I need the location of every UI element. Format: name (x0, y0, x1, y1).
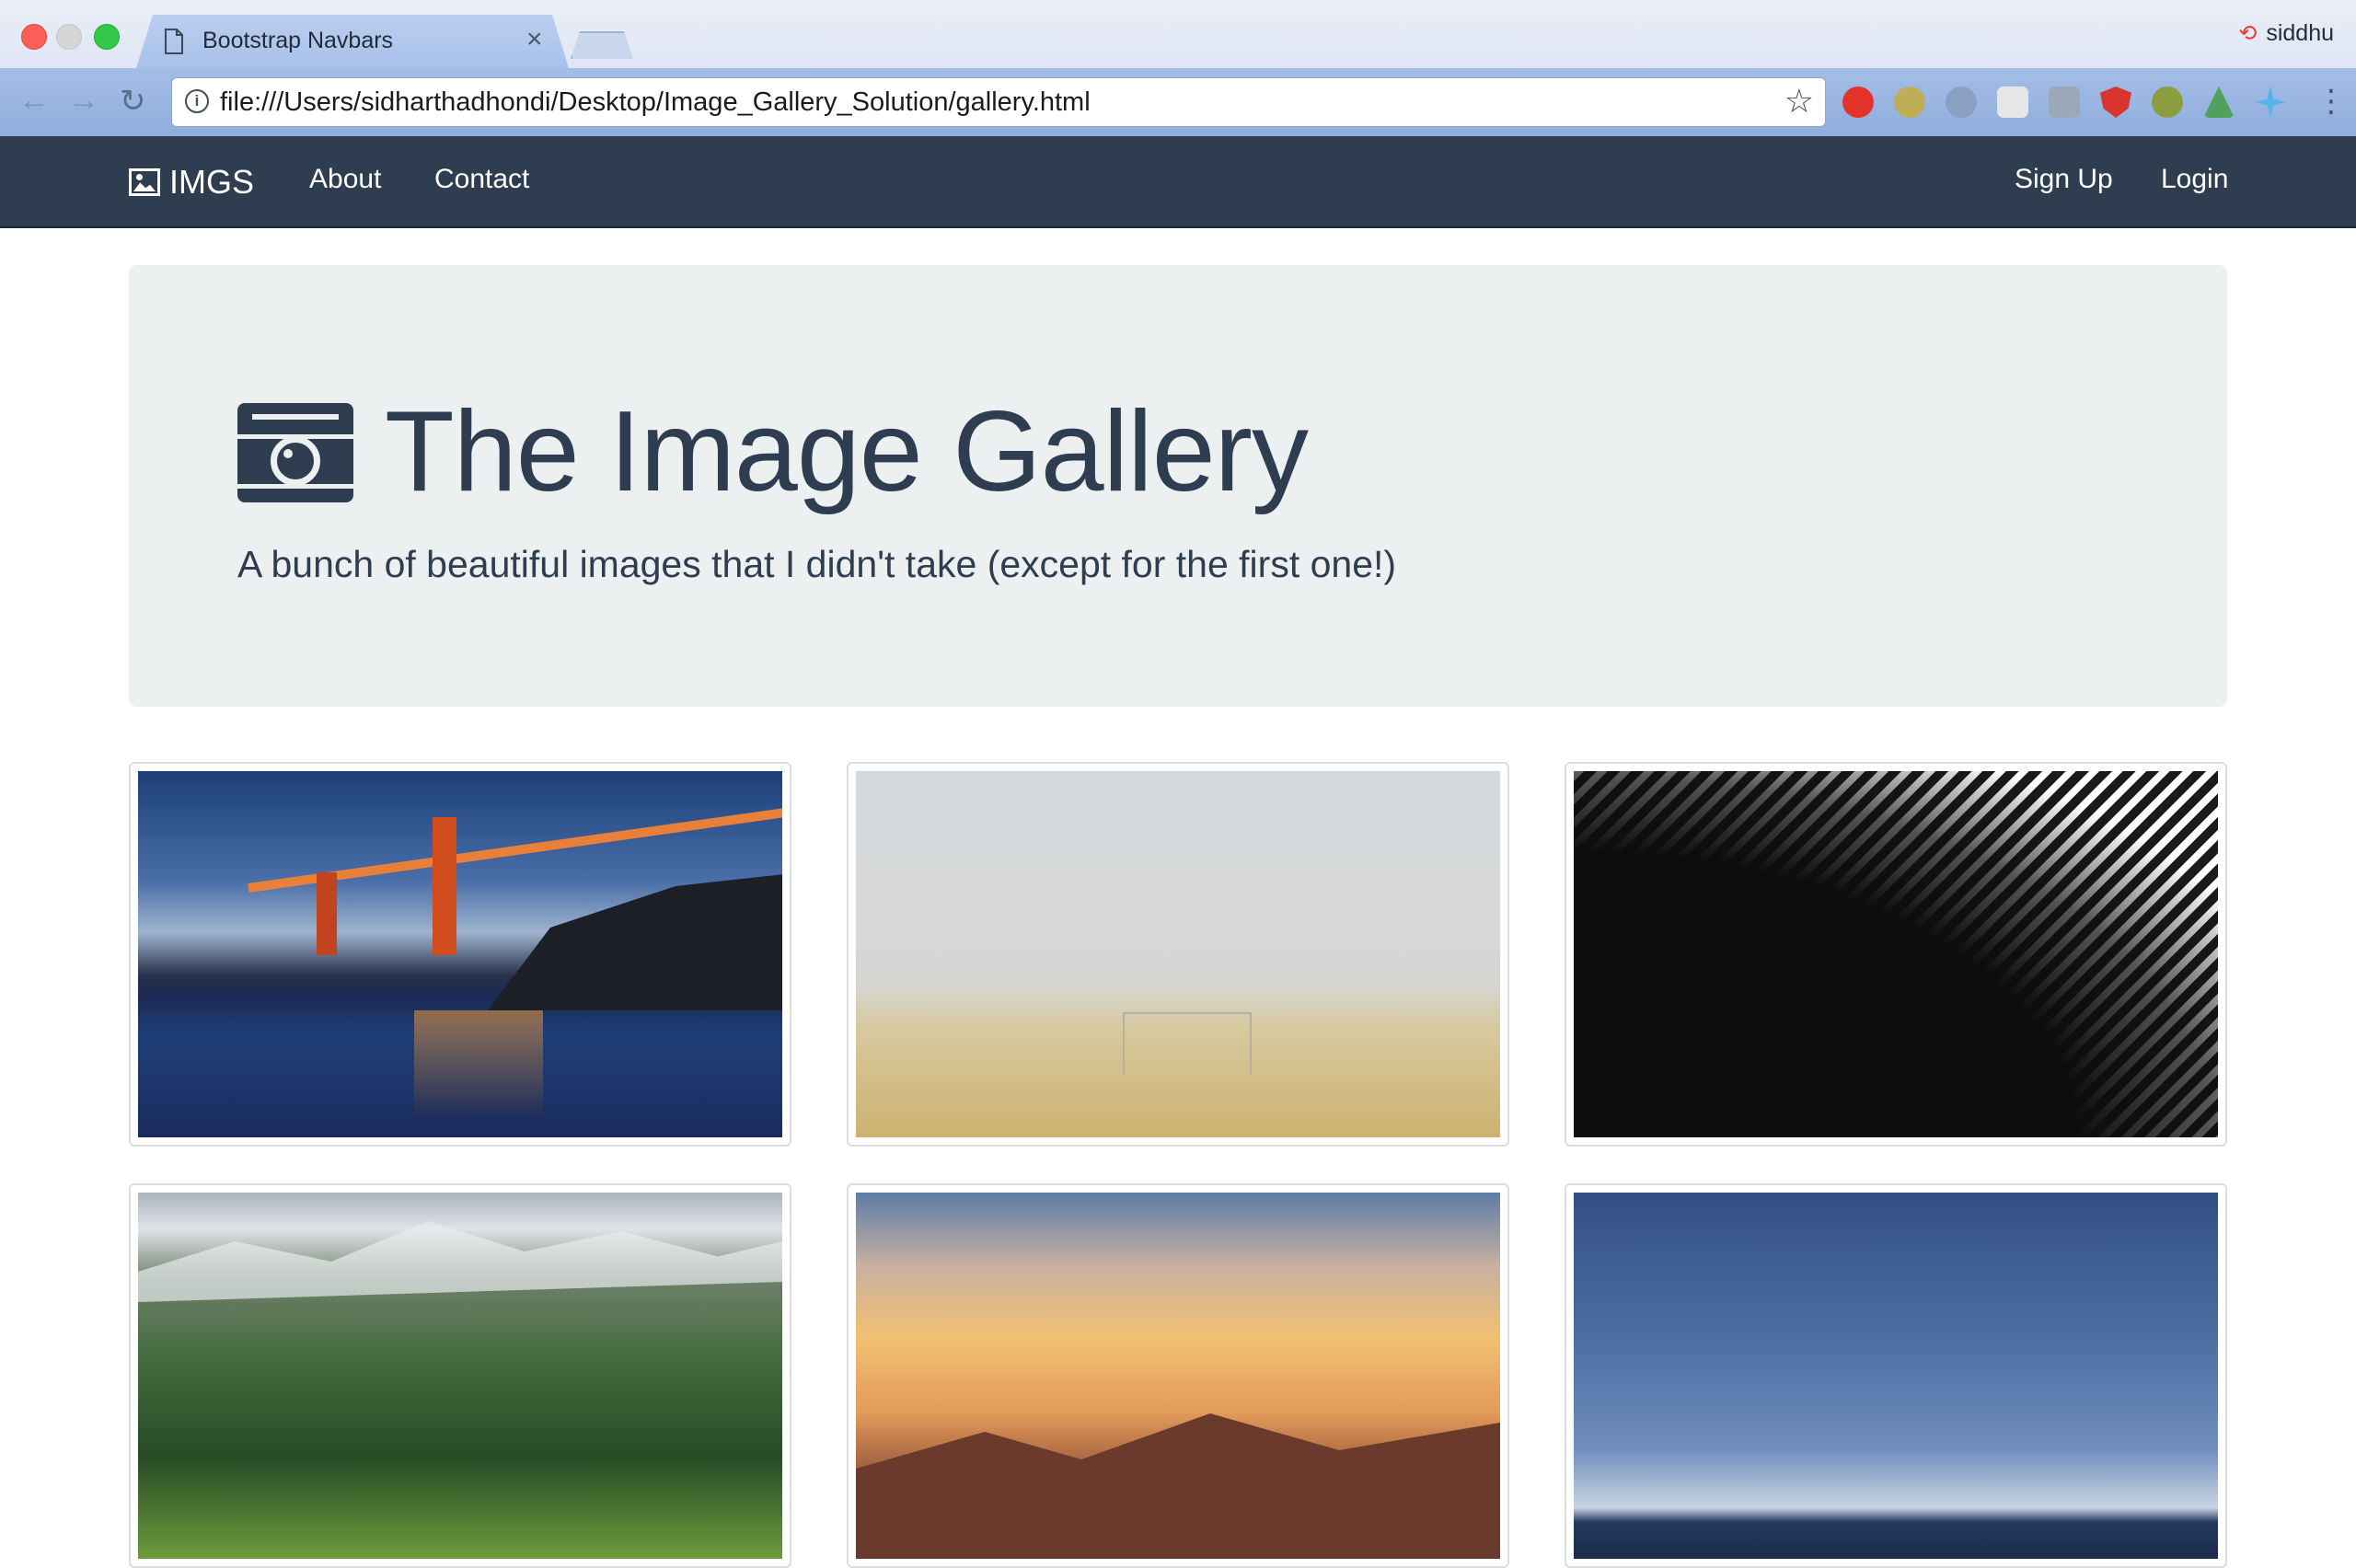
close-window-button[interactable] (21, 24, 47, 50)
browser-toolbar: ← → ↻ i file:///Users/sidharthadhondi/De… (0, 68, 2356, 136)
profile-button[interactable]: ⟲ siddhu (2238, 20, 2334, 47)
tab-title: Bootstrap Navbars (202, 28, 394, 53)
nav-link-about[interactable]: About (309, 164, 381, 195)
hacker-extension-icon[interactable] (2049, 86, 2080, 118)
zoom-window-button[interactable] (94, 24, 120, 50)
security-extension-icon[interactable] (2100, 86, 2131, 118)
document-icon (165, 29, 183, 54)
browser-tab-active[interactable]: Bootstrap Navbars × (136, 15, 569, 68)
nav-link-contact[interactable]: Contact (434, 164, 529, 195)
foggy-field-image (856, 771, 1500, 1137)
minimize-window-button[interactable] (56, 24, 82, 50)
profile-name: siddhu (2266, 20, 2334, 46)
gallery-thumbnail[interactable] (129, 762, 791, 1147)
gallery-thumbnail[interactable] (1565, 762, 2227, 1147)
adblock-extension-icon[interactable] (1842, 86, 1874, 118)
gallery-thumbnail[interactable] (129, 1183, 791, 1568)
architecture-image (1574, 771, 2218, 1137)
url-text[interactable]: file:///Users/sidharthadhondi/Desktop/Im… (220, 87, 1091, 118)
plant-extension-icon[interactable] (2152, 86, 2183, 118)
gallery-thumbnail[interactable] (847, 1183, 1509, 1568)
skype-extension-icon[interactable] (1946, 86, 1977, 118)
nav-link-login[interactable]: Login (2161, 164, 2228, 195)
snowflake-extension-icon[interactable] (2255, 86, 2286, 118)
forward-icon[interactable]: → (68, 83, 99, 119)
mountain-image (138, 1193, 782, 1559)
new-tab-button[interactable] (571, 31, 633, 59)
tab-close-icon[interactable]: × (526, 24, 543, 55)
site-navbar: IMGS About Contact Sign Up Login (0, 136, 2356, 228)
reload-icon[interactable]: ↻ (120, 83, 146, 120)
browser-tab-strip: Bootstrap Navbars × ⟲ siddhu (0, 0, 2356, 68)
jumbotron: The Image Gallery A bunch of beautiful i… (129, 265, 2227, 707)
browser-menu-icon[interactable]: ⋮ (2316, 83, 2347, 120)
gallery-thumbnail[interactable] (1565, 1183, 2227, 1568)
nav-link-sign-up[interactable]: Sign Up (2015, 164, 2113, 195)
bookmark-star-icon[interactable]: ☆ (1784, 82, 1814, 121)
sea-image (1574, 1193, 2218, 1559)
sunset-image (856, 1193, 1500, 1559)
page-subtitle: A bunch of beautiful images that I didn'… (237, 543, 1397, 585)
cube-extension-icon[interactable] (1997, 86, 2028, 118)
navbar-brand[interactable]: IMGS (129, 163, 254, 202)
address-bar[interactable]: i file:///Users/sidharthadhondi/Desktop/… (171, 77, 1826, 127)
sync-error-icon: ⟲ (2238, 21, 2258, 46)
picture-icon (129, 168, 160, 196)
brand-text: IMGS (169, 163, 255, 201)
golden-gate-bridge-image (138, 771, 782, 1137)
shield-extension-icon[interactable] (1894, 86, 1925, 118)
gallery-thumbnail[interactable] (847, 762, 1509, 1147)
camera-icon (237, 403, 353, 502)
back-icon[interactable]: ← (18, 83, 50, 119)
tree-extension-icon[interactable] (2203, 86, 2235, 118)
page-title: The Image Gallery (385, 388, 1309, 515)
info-icon[interactable]: i (185, 89, 209, 113)
